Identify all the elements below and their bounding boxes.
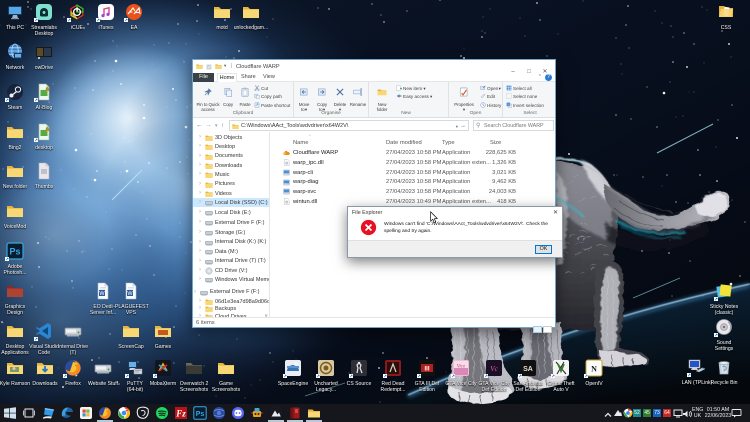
svg-text:Fz: Fz — [175, 409, 186, 419]
svg-text:III: III — [424, 367, 429, 373]
svg-text:W: W — [99, 291, 105, 297]
svg-text:Vice: Vice — [457, 365, 466, 370]
svg-text:Ps: Ps — [196, 411, 205, 418]
svg-text:Ps: Ps — [9, 247, 20, 257]
svg-text:N: N — [591, 365, 597, 374]
svg-text:SA: SA — [523, 366, 533, 373]
svg-text:W: W — [127, 291, 133, 297]
svg-text:Vc: Vc — [490, 365, 498, 373]
